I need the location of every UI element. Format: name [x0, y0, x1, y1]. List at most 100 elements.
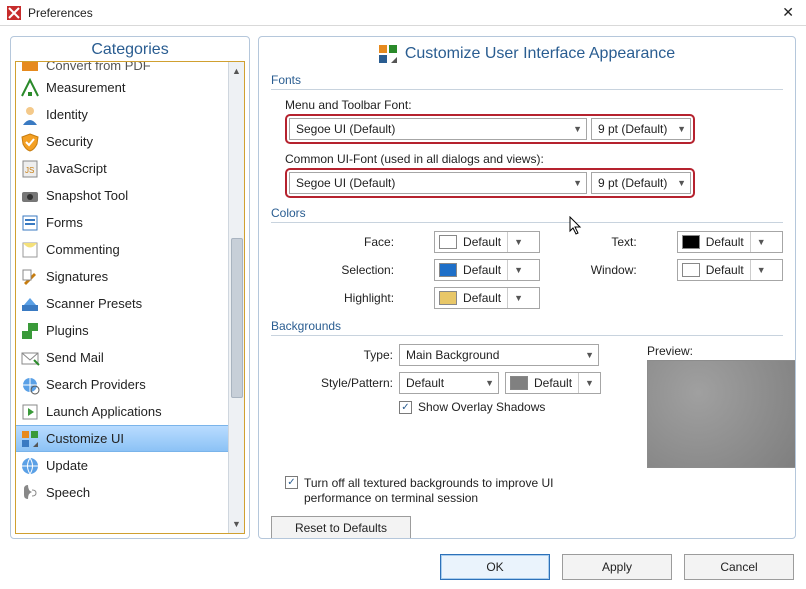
categories-scrollbar[interactable]: ▲ ▼: [228, 62, 244, 533]
sidebar-item-security[interactable]: Security: [16, 128, 244, 155]
categories-listbox[interactable]: Convert from PDF Measurement Identity Secur…: [15, 61, 245, 534]
chevron-down-icon: ▼: [578, 373, 600, 393]
window-title: Preferences: [28, 6, 776, 20]
sidebar-item-search-providers[interactable]: Search Providers: [16, 371, 244, 398]
sidebar-item-label: Speech: [46, 485, 90, 500]
category-icon: [20, 483, 40, 503]
ok-button[interactable]: OK: [440, 554, 550, 580]
categories-header: Categories: [11, 37, 249, 61]
sidebar-item-send-mail[interactable]: Send Mail: [16, 344, 244, 371]
cancel-button[interactable]: Cancel: [684, 554, 794, 580]
sidebar-item-signatures[interactable]: Signatures: [16, 263, 244, 290]
bg-style-color-picker[interactable]: Default ▼: [505, 372, 601, 394]
chevron-down-icon: ▼: [507, 260, 529, 280]
text-color-picker[interactable]: Default ▼: [677, 231, 783, 253]
scroll-thumb[interactable]: [231, 238, 243, 398]
sidebar-item-label: Commenting: [46, 242, 120, 257]
menu-font-size-value: 9 pt (Default): [598, 122, 667, 136]
preview-box: [647, 360, 796, 468]
menu-font-combo[interactable]: Segoe UI (Default) ▼: [289, 118, 587, 140]
bg-style-combo[interactable]: Default ▼: [399, 372, 499, 394]
bg-type-value: Main Background: [406, 348, 499, 362]
bg-style-swatch: [510, 376, 528, 390]
sidebar-item-label: Plugins: [46, 323, 89, 338]
bg-type-combo[interactable]: Main Background ▼: [399, 344, 599, 366]
sidebar-item-label: Snapshot Tool: [46, 188, 128, 203]
backgrounds-section-label: Backgrounds: [271, 319, 783, 333]
scroll-down-button[interactable]: ▼: [230, 517, 244, 531]
common-font-size-combo[interactable]: 9 pt (Default) ▼: [591, 172, 691, 194]
sidebar-item-update[interactable]: Update: [16, 452, 244, 479]
preview-label: Preview:: [647, 344, 796, 358]
sidebar-item-measurement[interactable]: Measurement: [16, 74, 244, 101]
sidebar-item-snapshot-tool[interactable]: Snapshot Tool: [16, 182, 244, 209]
window-color-picker[interactable]: Default ▼: [677, 259, 783, 281]
sidebar-item-label: Convert from PDF: [46, 62, 151, 73]
app-icon: [6, 5, 22, 21]
overlay-shadows-checkbox[interactable]: [399, 401, 412, 414]
title-bar: Preferences ✕: [0, 0, 806, 26]
highlight-color-picker[interactable]: Default ▼: [434, 287, 540, 309]
sidebar-item-commenting[interactable]: Commenting: [16, 236, 244, 263]
category-icon: [20, 78, 40, 98]
bg-style-label: Style/Pattern:: [311, 376, 393, 390]
close-button[interactable]: ✕: [776, 4, 800, 21]
common-font-value: Segoe UI (Default): [296, 176, 395, 190]
text-label: Text:: [580, 235, 636, 249]
reset-defaults-button[interactable]: Reset to Defaults: [271, 516, 411, 539]
customize-ui-panel: Customize User Interface Appearance Font…: [258, 36, 796, 539]
sidebar-item-label: Scanner Presets: [46, 296, 142, 311]
selection-label: Selection:: [331, 263, 394, 277]
sidebar-item-javascript[interactable]: JS JavaScript: [16, 155, 244, 182]
terminal-backgrounds-checkbox[interactable]: [285, 476, 298, 489]
chevron-down-icon: ▼: [507, 288, 529, 308]
sidebar-item-label: Send Mail: [46, 350, 104, 365]
selection-swatch: [439, 263, 457, 277]
text-swatch: [682, 235, 700, 249]
sidebar-item-plugins[interactable]: Plugins: [16, 317, 244, 344]
sidebar-item-label: Measurement: [46, 80, 125, 95]
category-icon: [20, 105, 40, 125]
sidebar-item-label: JavaScript: [46, 161, 107, 176]
menu-font-highlight: Segoe UI (Default) ▼ 9 pt (Default) ▼: [285, 114, 695, 144]
sidebar-item-label: Identity: [46, 107, 88, 122]
highlight-swatch: [439, 291, 457, 305]
sidebar-item-label: Forms: [46, 215, 83, 230]
page-title: Customize User Interface Appearance: [405, 45, 675, 63]
sidebar-item-speech[interactable]: Speech: [16, 479, 244, 506]
sidebar-item-forms[interactable]: Forms: [16, 209, 244, 236]
common-font-combo[interactable]: Segoe UI (Default) ▼: [289, 172, 587, 194]
face-value: Default: [461, 235, 507, 249]
sidebar-item-label: Search Providers: [46, 377, 146, 392]
face-color-picker[interactable]: Default ▼: [434, 231, 540, 253]
category-icon: [20, 294, 40, 314]
sidebar-item-identity[interactable]: Identity: [16, 101, 244, 128]
sidebar-item-label: Launch Applications: [46, 404, 162, 419]
selection-value: Default: [461, 263, 507, 277]
menu-font-size-combo[interactable]: 9 pt (Default) ▼: [591, 118, 691, 140]
apply-button[interactable]: Apply: [562, 554, 672, 580]
category-icon: [20, 186, 40, 206]
category-icon: [20, 132, 40, 152]
preview-pane: Preview:: [647, 344, 796, 468]
category-icon: [20, 321, 40, 341]
category-icon: [20, 429, 40, 449]
sidebar-item-label: Customize UI: [46, 431, 124, 446]
category-icon: JS: [20, 159, 40, 179]
dialog-button-bar: OK Apply Cancel: [0, 545, 806, 589]
sidebar-item-customize-ui[interactable]: Customize UI: [16, 425, 244, 452]
terminal-backgrounds-label: Turn off all textured backgrounds to imp…: [304, 476, 594, 506]
category-icon: [20, 348, 40, 368]
sidebar-item-label: Signatures: [46, 269, 108, 284]
chevron-down-icon: ▼: [573, 124, 582, 134]
bg-type-label: Type:: [311, 348, 393, 362]
category-icon: [20, 267, 40, 287]
window-value: Default: [704, 263, 750, 277]
chevron-down-icon: ▼: [507, 232, 529, 252]
chevron-down-icon: ▼: [750, 260, 772, 280]
sidebar-item-scanner-presets[interactable]: Scanner Presets: [16, 290, 244, 317]
sidebar-item-convert-from-pdf[interactable]: Convert from PDF: [16, 62, 244, 74]
selection-color-picker[interactable]: Default ▼: [434, 259, 540, 281]
scroll-up-button[interactable]: ▲: [230, 64, 244, 78]
sidebar-item-launch-applications[interactable]: Launch Applications: [16, 398, 244, 425]
